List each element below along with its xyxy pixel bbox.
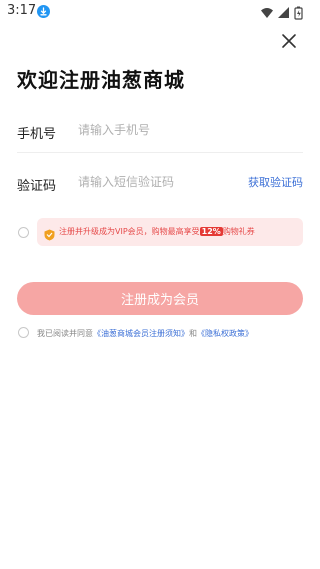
- signal-icon: [278, 7, 289, 18]
- vip-badge-icon: [44, 226, 55, 245]
- agreement-checkbox[interactable]: [18, 327, 29, 338]
- vip-text: 注册并升级成为VIP会员，购物最高享受 12% 购物礼券: [59, 226, 255, 237]
- agreement-text: 我已阅读并同意《油葱商城会员注册须知》和《隐私权政策》: [37, 328, 253, 339]
- get-code-button[interactable]: 获取验证码: [248, 174, 303, 190]
- terms-link[interactable]: 《油葱商城会员注册须知》: [93, 329, 189, 338]
- phone-divider: [17, 152, 303, 153]
- register-button[interactable]: 注册成为会员: [17, 282, 303, 315]
- wifi-icon: [261, 8, 273, 18]
- code-label: 验证码: [17, 179, 57, 194]
- close-button[interactable]: [280, 32, 298, 50]
- vip-checkbox[interactable]: [18, 227, 29, 238]
- battery-icon: [294, 6, 303, 20]
- phone-label: 手机号: [17, 127, 57, 142]
- code-input[interactable]: [78, 172, 238, 192]
- vip-text-before: 注册并升级成为VIP会员，购物最高享受: [59, 227, 200, 236]
- vip-banner: 注册并升级成为VIP会员，购物最高享受 12% 购物礼券: [37, 218, 303, 246]
- vip-percent: 12%: [199, 227, 223, 236]
- agreement-and: 和: [189, 329, 197, 338]
- status-icons: [260, 5, 306, 20]
- status-time: 3:17: [7, 3, 37, 18]
- privacy-link[interactable]: 《隐私权政策》: [197, 329, 253, 338]
- agreement-prefix: 我已阅读并同意: [37, 329, 93, 338]
- vip-text-after: 购物礼券: [222, 227, 255, 236]
- close-icon: [282, 34, 296, 48]
- download-icon: [37, 5, 50, 18]
- page-title: 欢迎注册油葱商城: [17, 68, 185, 92]
- status-bar: 3:17: [0, 0, 320, 24]
- phone-input[interactable]: [78, 120, 238, 140]
